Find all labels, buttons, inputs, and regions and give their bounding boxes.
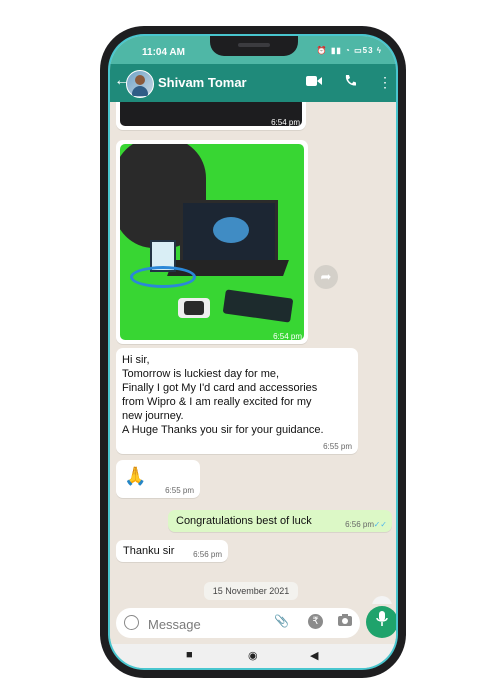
image-message[interactable]: 6:54 pm <box>116 140 308 344</box>
composer-bar: 📎 ₹ <box>110 604 396 644</box>
signal-icon: ▮▮ <box>330 46 342 55</box>
forward-icon[interactable]: ➦ <box>314 265 338 289</box>
battery-level: 53 <box>362 46 374 55</box>
date-separator: 15 November 2021 <box>204 582 298 600</box>
home-icon[interactable]: ◉ <box>248 649 258 662</box>
outgoing-message[interactable]: Congratulations best of luck 6:56 pm ✓✓ <box>168 510 392 532</box>
message-time: 6:56 pm <box>345 520 374 529</box>
more-options-icon[interactable]: ⋮ <box>378 74 392 91</box>
camera-icon[interactable] <box>338 614 352 629</box>
phone-screen: 11:04 AM ⏰ ▮▮ ◔ ▭53 ϟ ← Shivam Tomar ⋮ 6… <box>108 34 398 670</box>
chat-area[interactable]: 6:54 pm 6:54 pm ➦ Hi sir, Tomorrow is lu… <box>110 102 396 604</box>
contact-name[interactable]: Shivam Tomar <box>158 75 247 90</box>
back-nav-icon[interactable]: ◀ <box>310 649 318 662</box>
attach-icon[interactable]: 📎 <box>274 614 289 628</box>
message-emoji: 🙏 <box>124 466 147 486</box>
message-input[interactable] <box>146 614 260 634</box>
status-time: 11:04 AM <box>142 47 185 58</box>
image-message[interactable]: 6:54 pm <box>116 102 306 130</box>
message-time: 6:56 pm <box>193 550 222 559</box>
video-call-icon[interactable] <box>306 74 322 90</box>
mic-icon[interactable] <box>366 606 396 638</box>
message-text: Hi sir, Tomorrow is luckiest day for me,… <box>122 354 324 436</box>
message-time: 6:55 pm <box>165 486 194 495</box>
emoji-icon[interactable] <box>124 615 139 630</box>
message-time: 6:54 pm <box>271 118 300 127</box>
message-text: Congratulations best of luck <box>176 515 312 527</box>
text-message[interactable]: Hi sir, Tomorrow is luckiest day for me,… <box>116 348 358 454</box>
chat-header: ← Shivam Tomar ⋮ <box>110 64 396 102</box>
message-composer: 📎 ₹ <box>116 608 360 638</box>
contact-avatar[interactable] <box>126 70 154 98</box>
message-time: 6:54 pm <box>273 332 302 341</box>
alarm-icon: ⏰ <box>316 46 328 55</box>
battery-icon: ▭53 <box>354 46 374 55</box>
recents-icon[interactable]: ■ <box>186 649 193 661</box>
wifi-icon: ◔ <box>344 46 351 55</box>
camera-notch <box>210 36 298 56</box>
charging-icon: ϟ <box>376 46 382 55</box>
read-receipt-icon: ✓✓ <box>373 520 387 529</box>
message-time: 6:55 pm <box>323 442 352 451</box>
message-text: Thanku sir <box>123 545 175 557</box>
voice-call-icon[interactable] <box>344 74 357 90</box>
status-icons: ⏰ ▮▮ ◔ ▭53 ϟ <box>317 46 382 55</box>
rupee-payment-icon[interactable]: ₹ <box>308 614 323 629</box>
system-nav-bar: ■ ◉ ◀ <box>110 644 396 668</box>
text-message[interactable]: Thanku sir 6:56 pm <box>116 540 228 562</box>
emoji-message[interactable]: 🙏 6:55 pm <box>116 460 200 498</box>
scroll-down-icon[interactable]: ⌄ <box>372 596 392 604</box>
